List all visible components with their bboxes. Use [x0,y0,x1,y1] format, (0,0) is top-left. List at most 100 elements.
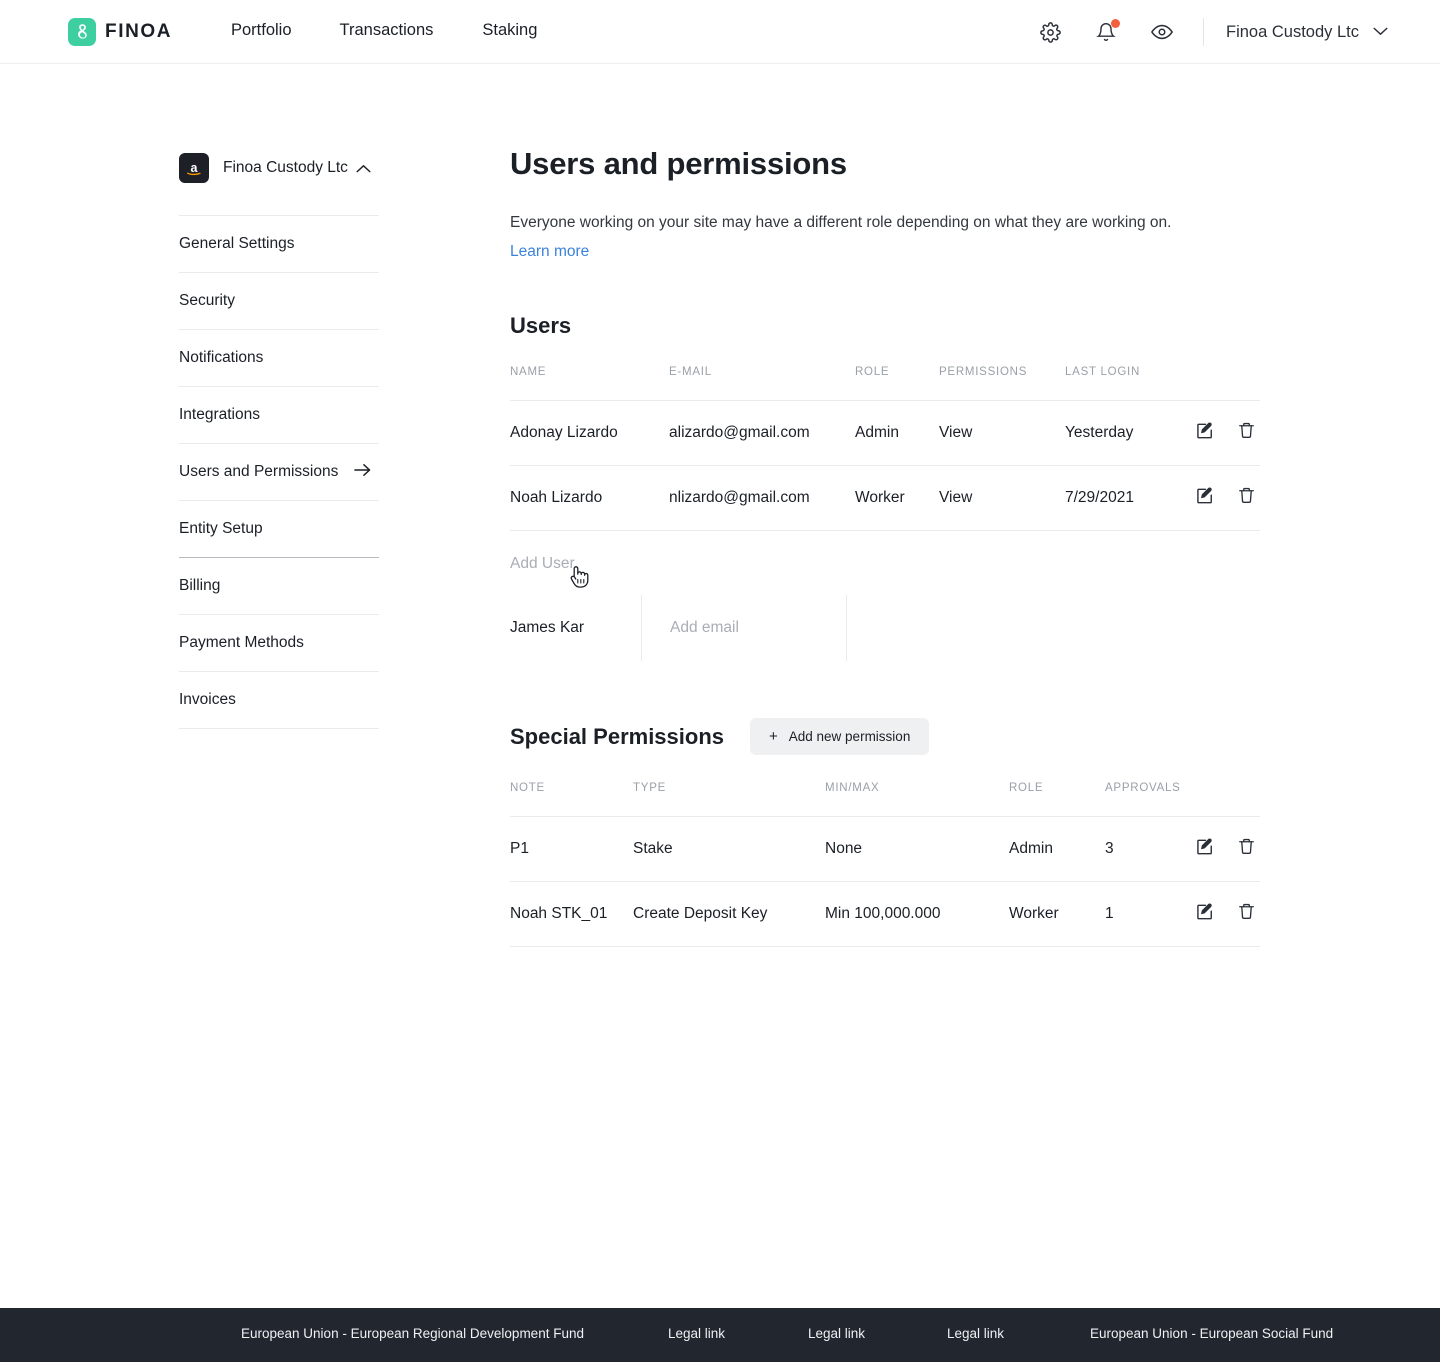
settings-sidebar: a Finoa Custody Ltc General Settings Sec… [179,148,379,729]
nav-right-cluster: Finoa Custody Ltc [1033,0,1440,64]
user-email-cell: nlizardo@gmail.com [669,465,855,531]
sidebar-item-invoices[interactable]: Invoices [179,672,379,729]
trash-icon[interactable] [1237,902,1256,926]
add-user-row: Add User [510,555,1260,588]
brand-logo[interactable]: FINOA [68,18,172,46]
sidebar-item-label: Users and Permissions [179,463,339,480]
sidebar-item-label: Entity Setup [179,520,263,537]
nav-link-staking[interactable]: Staking [482,21,537,40]
trash-icon[interactable] [1237,837,1256,861]
permissions-table-head: NOTE TYPE MIN/MAX ROLE APPROVALS [510,782,1260,817]
nav-divider [1203,18,1205,46]
edit-icon[interactable] [1195,902,1215,927]
perm-col-approvals: APPROVALS [1105,782,1195,817]
perm-minmax-cell: None [825,816,1009,882]
gear-icon[interactable] [1033,15,1067,49]
sidebar-item-label: Security [179,292,235,309]
edit-icon[interactable] [1195,486,1215,511]
table-row: P1 Stake None Admin 3 [510,816,1260,882]
edit-icon[interactable] [1195,837,1215,862]
users-section-title: Users [510,313,572,338]
special-permissions-header: Special Permissions + Add new permission [510,718,1260,755]
users-col-actions [1195,366,1260,401]
sidebar-org-header[interactable]: a Finoa Custody Ltc [179,148,379,188]
trash-icon[interactable] [1237,486,1256,510]
svg-text:a: a [191,161,199,175]
permissions-table-body: P1 Stake None Admin 3 Noah STK_01 Create… [510,816,1260,947]
trash-icon[interactable] [1237,421,1256,445]
new-user-email-field[interactable] [641,595,847,661]
notification-badge-dot [1111,19,1121,28]
eye-icon[interactable] [1145,15,1179,49]
sidebar-item-general-settings[interactable]: General Settings [179,216,379,273]
new-user-entry-row: James Kar [510,595,1260,661]
users-table-head: NAME E-MAIL ROLE PERMISSIONS LAST LOGIN [510,366,1260,401]
footer-link-esf[interactable]: European Union - European Social Fund [1090,1326,1333,1341]
user-permissions-cell: View [939,465,1065,531]
org-switcher-topnav[interactable]: Finoa Custody Ltc [1226,23,1388,42]
special-permissions-title: Special Permissions [510,723,724,749]
sidebar-item-entity-setup[interactable]: Entity Setup [179,501,379,558]
perm-note-cell: Noah STK_01 [510,881,633,947]
perm-actions-cell [1195,881,1260,947]
edit-icon[interactable] [1195,421,1215,446]
sidebar-item-payment-methods[interactable]: Payment Methods [179,615,379,672]
perm-actions-cell [1195,816,1260,882]
table-row: Noah STK_01 Create Deposit Key Min 100,0… [510,881,1260,947]
users-table: NAME E-MAIL ROLE PERMISSIONS LAST LOGIN … [510,366,1260,531]
page-footer: European Union - European Regional Devel… [0,1308,1440,1362]
sidebar-item-billing[interactable]: Billing [179,558,379,615]
sidebar-org-label: Finoa Custody Ltc [223,159,348,176]
sidebar-item-label: General Settings [179,235,295,252]
user-role-cell: Worker [855,465,939,531]
perm-approvals-cell: 1 [1105,881,1195,947]
users-col-role: ROLE [855,366,939,401]
perm-minmax-cell: Min 100,000.000 [825,881,1009,947]
users-table-body: Adonay Lizardo alizardo@gmail.com Admin … [510,400,1260,531]
sidebar-item-integrations[interactable]: Integrations [179,387,379,444]
user-actions-cell [1195,465,1260,531]
table-row: Noah Lizardo nlizardo@gmail.com Worker V… [510,465,1260,531]
arrow-right-icon [354,463,371,482]
user-role-cell: Admin [855,400,939,466]
plus-icon: + [769,728,778,745]
user-email-cell: alizardo@gmail.com [669,400,855,466]
footer-link-legal-3[interactable]: Legal link [947,1326,1004,1341]
learn-more-link[interactable]: Learn more [510,243,589,261]
perm-col-role: ROLE [1009,782,1105,817]
sidebar-item-users-and-permissions[interactable]: Users and Permissions [179,444,379,501]
users-col-name: NAME [510,366,669,401]
page-title: Users and permissions [510,146,847,181]
brand-wordmark: FINOA [105,21,173,42]
sidebar-item-security[interactable]: Security [179,273,379,330]
user-permissions-cell: View [939,400,1065,466]
perm-note-cell: P1 [510,816,633,882]
add-user-button[interactable]: Add User [510,555,575,572]
sidebar-item-label: Payment Methods [179,634,304,651]
perm-type-cell: Create Deposit Key [633,881,825,947]
special-permissions-table: NOTE TYPE MIN/MAX ROLE APPROVALS P1 Stak… [510,782,1260,947]
nav-link-transactions[interactable]: Transactions [340,21,434,40]
chevron-down-icon [1373,23,1388,41]
primary-nav-links: Portfolio Transactions Staking [231,21,537,40]
footer-link-erdf[interactable]: European Union - European Regional Devel… [241,1326,584,1341]
footer-link-legal-1[interactable]: Legal link [668,1326,725,1341]
user-name-cell: Noah Lizardo [510,465,669,531]
new-user-name: James Kar [510,619,585,636]
user-last-login-cell: Yesterday [1065,400,1195,466]
user-name-cell: Adonay Lizardo [510,400,669,466]
add-email-input[interactable] [670,619,846,637]
bell-icon[interactable] [1089,15,1123,49]
top-navigation-bar: FINOA Portfolio Transactions Staking Fin… [0,0,1440,64]
add-new-permission-button[interactable]: + Add new permission [750,718,930,755]
footer-link-legal-2[interactable]: Legal link [808,1326,865,1341]
nav-link-portfolio[interactable]: Portfolio [231,21,292,40]
page-description: Everyone working on your site may have a… [510,214,1172,231]
permissions-header-row: NOTE TYPE MIN/MAX ROLE APPROVALS [510,782,1260,817]
app-root: FINOA Portfolio Transactions Staking Fin… [0,0,1440,1362]
sidebar-item-notifications[interactable]: Notifications [179,330,379,387]
finoa-logo-icon [68,18,96,46]
users-col-last-login: LAST LOGIN [1065,366,1195,401]
main-content: Users and permissions Everyone working o… [510,146,1260,947]
chevron-up-icon[interactable] [356,160,371,178]
